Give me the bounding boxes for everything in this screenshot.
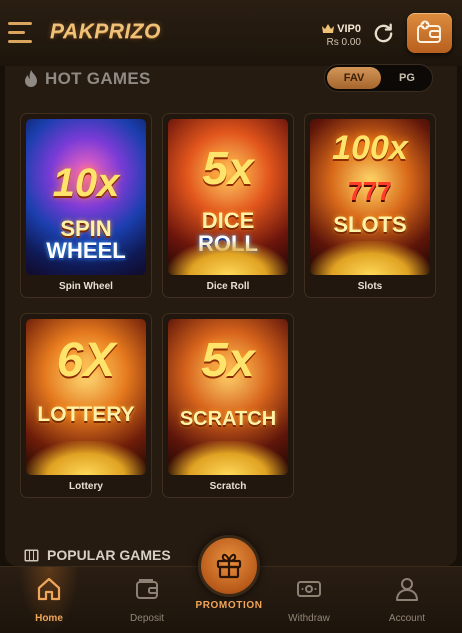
nav-home-label: Home	[35, 613, 63, 624]
popular-games-title: POPULAR GAMES	[47, 547, 171, 563]
game-label: Dice Roll	[206, 281, 250, 292]
game-card-dice-roll[interactable]: 5x DICE ROLL Dice Roll	[162, 113, 294, 298]
nav-withdraw-label: Withdraw	[288, 613, 330, 624]
game-card-scratch[interactable]: 5x SCRATCH Scratch	[162, 313, 294, 498]
vip-label: VIP0	[337, 23, 361, 35]
nav-deposit-label: Deposit	[130, 613, 164, 624]
thumbnail-multiplier: 10x	[52, 161, 120, 205]
game-card-spin-wheel[interactable]: 10x SPIN WHEEL Spin Wheel	[20, 113, 152, 298]
thumbnail-coins	[26, 441, 146, 475]
game-label: Spin Wheel	[59, 281, 113, 292]
menu-icon[interactable]	[8, 22, 34, 44]
crown-icon	[322, 24, 335, 33]
promotion-label[interactable]: PROMOTION	[180, 600, 278, 611]
game-thumbnail: 10x SPIN WHEEL	[26, 119, 146, 275]
deposit-icon	[136, 579, 158, 599]
nav-account-label: Account	[388, 613, 426, 624]
thumbnail-word: SLOTS	[333, 212, 407, 237]
game-thumbnail: 5x SCRATCH	[168, 319, 288, 475]
game-thumbnail: 6X LOTTERY	[26, 319, 146, 475]
popular-icon	[24, 549, 39, 562]
game-card-slots[interactable]: 100x 777 SLOTS Slots	[304, 113, 436, 298]
thumbnail-coins	[310, 241, 430, 275]
game-thumbnail: 100x 777 SLOTS	[310, 119, 430, 275]
thumbnail-coins	[168, 241, 288, 275]
game-label: Scratch	[209, 481, 247, 492]
game-thumbnail: 5x DICE ROLL	[168, 119, 288, 275]
thumbnail-word: DICE	[201, 208, 255, 233]
app-logo[interactable]: PAKPRIZO	[50, 20, 161, 44]
wallet-button[interactable]	[407, 13, 452, 53]
thumbnail-coins	[168, 441, 288, 475]
withdraw-icon	[297, 581, 321, 597]
thumbnail-multiplier: 6X	[56, 334, 116, 387]
thumbnail-word: LOTTERY	[37, 403, 135, 426]
thumbnail-word: 777	[348, 176, 392, 206]
thumbnail-word: WHEEL	[46, 238, 126, 263]
thumbnail-multiplier: 5x	[201, 334, 255, 387]
vip-level: VIP0	[322, 23, 361, 35]
toggle-fav[interactable]: FAV	[327, 67, 381, 89]
home-icon	[37, 577, 61, 601]
top-bar: PAKPRIZO VIP0 Rs 0.00	[0, 0, 462, 66]
game-label: Lottery	[69, 481, 103, 492]
refresh-icon[interactable]	[372, 22, 395, 45]
gift-icon	[216, 553, 242, 579]
game-label: Slots	[357, 281, 383, 292]
account-icon	[396, 578, 418, 601]
wallet-icon	[417, 20, 441, 43]
promotion-button[interactable]	[198, 535, 260, 597]
toggle-pg[interactable]: PG	[383, 67, 431, 89]
fav-pg-toggle: FAV PG	[324, 64, 433, 92]
nav-home[interactable]: Home	[3, 567, 95, 633]
nav-account[interactable]: Account	[361, 567, 453, 633]
hot-games-title: HOT GAMES	[45, 69, 151, 88]
balance-amount: Rs 0.00	[326, 37, 361, 48]
fire-icon	[25, 70, 37, 87]
thumbnail-multiplier: 100x	[332, 129, 408, 167]
game-card-lottery[interactable]: 6X LOTTERY Lottery	[20, 313, 152, 498]
thumbnail-word: SCRATCH	[179, 408, 277, 430]
thumbnail-multiplier: 5x	[202, 142, 254, 194]
